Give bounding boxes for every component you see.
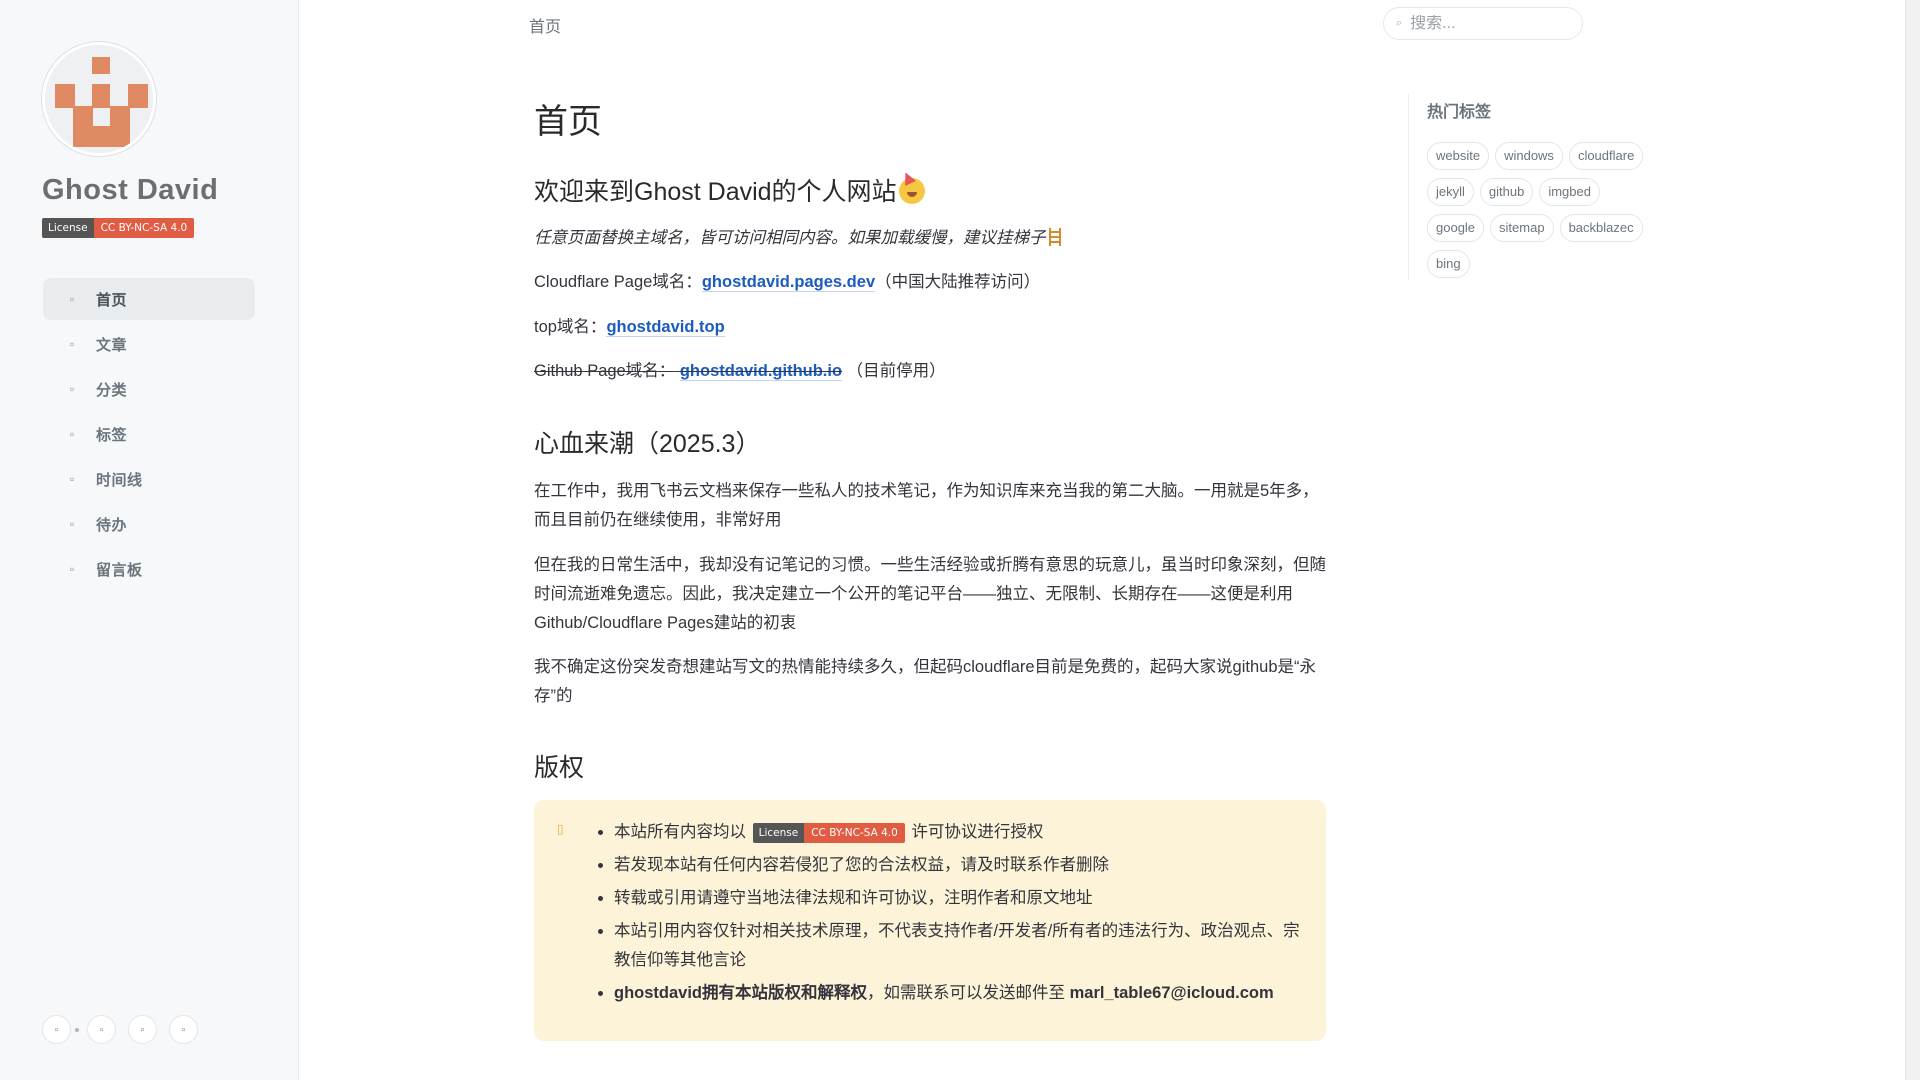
- notice-item: ghostdavid拥有本站版权和解释权，如需联系可以发送邮件至 marl_ta…: [614, 979, 1304, 1008]
- paragraph-1: 在工作中，我用飞书云文档来保存一些私人的技术笔记，作为知识库来充当我的第二大脑。…: [534, 482, 1319, 529]
- todo-icon: ▫: [69, 517, 75, 531]
- sidebar-item-posts[interactable]: ▫ 文章: [43, 323, 255, 365]
- notice-item-5-bold: ghostdavid拥有本站版权和解释权: [614, 984, 868, 1002]
- sidebar-nav: ▫ 首页 ▫ 文章 ▫ 分类 ▫ 标签 ▫ 时间线 ▫ 待办 ▫ 留言板: [43, 278, 255, 593]
- notice-item: 转载或引用请遵守当地法律法规和许可协议，注明作者和原文地址: [614, 884, 1304, 913]
- archive-icon: ▫: [69, 337, 75, 351]
- github-domain-strike: Github Page域名： ghostdavid.github.io: [534, 362, 843, 381]
- avatar[interactable]: [42, 42, 156, 156]
- github-domain-note: （目前停用）: [846, 362, 946, 380]
- notice-item-1-prefix: 本站所有内容均以: [614, 823, 746, 841]
- license-badge-right: CC BY-NC-SA 4.0: [93, 218, 195, 238]
- site-title[interactable]: Ghost David: [42, 174, 218, 207]
- page-scrollbar[interactable]: [1905, 0, 1920, 1080]
- comment-icon: ▫: [69, 562, 75, 576]
- contact-email[interactable]: marl_table67@icloud.com: [1070, 984, 1274, 1002]
- home-icon: ▫: [69, 292, 75, 306]
- notice-item: 本站引用内容仅针对相关技术原理，不代表支持作者/开发者/所有者的违法行为、政治观…: [614, 917, 1304, 975]
- license-badge[interactable]: License CC BY-NC-SA 4.0: [42, 218, 195, 238]
- cloudflare-domain-label: Cloudflare Page域名：: [534, 273, 702, 291]
- sidebar-item-label: 留言板: [96, 561, 143, 579]
- license-badge-left: License: [42, 218, 94, 238]
- tag-sitemap[interactable]: sitemap: [1490, 214, 1554, 242]
- sidebar-item-label: 分类: [96, 381, 128, 399]
- copyright-notice: ▯ 本站所有内容均以 LicenseCC BY-NC-SA 4.0 许可协议进行…: [534, 800, 1326, 1041]
- sidebar-item-label: 标签: [96, 426, 128, 444]
- top-domain-line: top域名：ghostdavid.top: [534, 313, 725, 342]
- tag-windows[interactable]: windows: [1495, 142, 1563, 170]
- inspiration-heading: 心血来潮（2025.3）: [534, 430, 761, 458]
- github-domain-label: Github Page域名：: [534, 362, 676, 380]
- sidebar-item-tags[interactable]: ▫ 标签: [43, 413, 255, 455]
- ladder-icon: [1048, 228, 1061, 246]
- party-face-icon: [898, 178, 925, 204]
- cloudflare-domain-line: Cloudflare Page域名：ghostdavid.pages.dev（中…: [534, 268, 1040, 297]
- license-badge-right: CC BY-NC-SA 4.0: [804, 823, 905, 843]
- tag-icon: ▫: [69, 427, 75, 441]
- tag-backblazec[interactable]: backblazec: [1559, 214, 1643, 242]
- tag-bing[interactable]: bing: [1427, 250, 1470, 278]
- sidebar-item-todo[interactable]: ▫ 待办: [43, 503, 255, 545]
- avatar-identicon: [45, 45, 153, 153]
- top-domain-link[interactable]: ghostdavid.top: [606, 318, 725, 337]
- github-domain-line: Github Page域名： ghostdavid.github.io （目前停…: [534, 357, 946, 386]
- separator-dot: [75, 1027, 79, 1032]
- tag-cloudflare[interactable]: cloudflare: [1568, 142, 1644, 170]
- sidebar-item-timeline[interactable]: ▫ 时间线: [43, 458, 255, 500]
- notice-item: 若发现本站有任何内容若侵犯了您的合法权益，请及时联系作者删除: [614, 851, 1304, 880]
- sidebar-item-label: 首页: [96, 291, 128, 309]
- tip-text-content: 任意页面替换主域名，皆可访问相同内容。如果加载缓慢，建议挂梯子: [534, 229, 1046, 247]
- search-icon: ⌕: [1396, 17, 1403, 29]
- sidebar: Ghost David License CC BY-NC-SA 4.0 ▫ 首页…: [0, 0, 299, 1080]
- paragraph-3: 我不确定这份突发奇想建站写文的热情能持续多久，但起码cloudflare目前是免…: [534, 658, 1316, 705]
- sidebar-bottom-bar: ▫ ▫ ▫ ▫: [42, 1015, 210, 1044]
- sidebar-item-guestbook[interactable]: ▫ 留言板: [43, 548, 255, 590]
- tag-github[interactable]: github: [1479, 178, 1534, 206]
- cloudflare-domain-link[interactable]: ghostdavid.pages.dev: [701, 273, 876, 292]
- tip-text: 任意页面替换主域名，皆可访问相同内容。如果加载缓慢，建议挂梯子: [534, 224, 1061, 253]
- search-input[interactable]: [1410, 14, 1561, 33]
- panel-title: 热门标签: [1427, 104, 1492, 121]
- breadcrumb: 首页: [529, 19, 562, 36]
- top-domain-label: top域名：: [534, 318, 607, 336]
- notice-item: 本站所有内容均以 LicenseCC BY-NC-SA 4.0 许可协议进行授权: [614, 818, 1304, 847]
- cloudflare-domain-note: （中国大陆推荐访问）: [875, 273, 1041, 291]
- timeline-icon: ▫: [69, 472, 75, 486]
- info-icon: ▯: [557, 822, 564, 836]
- notice-list: 本站所有内容均以 LicenseCC BY-NC-SA 4.0 许可协议进行授权…: [614, 818, 1304, 1012]
- welcome-heading-text: 欢迎来到Ghost David的个人网站: [534, 178, 897, 206]
- license-badge[interactable]: License CC BY-NC-SA 4.0: [752, 823, 905, 843]
- search-box[interactable]: ⌕: [1383, 7, 1583, 40]
- sidebar-item-label: 文章: [96, 336, 128, 354]
- stream-icon: ▫: [69, 382, 75, 396]
- github-domain-link[interactable]: ghostdavid.github.io: [679, 362, 843, 381]
- tag-website[interactable]: website: [1427, 142, 1490, 170]
- tag-jekyll[interactable]: jekyll: [1427, 178, 1474, 206]
- sidebar-item-categories[interactable]: ▫ 分类: [43, 368, 255, 410]
- notice-item-1-suffix: 许可协议进行授权: [911, 823, 1044, 841]
- email-icon[interactable]: ▫: [128, 1015, 157, 1044]
- paragraph-2: 但在我的日常生活中，我却没有记笔记的习惯。一些生活经验或折腾有意思的玩意儿，虽当…: [534, 556, 1326, 632]
- tag-imgbed[interactable]: imgbed: [1539, 178, 1600, 206]
- trending-tags-panel: 热门标签 website windows cloudflare jekyll g…: [1408, 94, 1644, 280]
- page-title: 首页: [534, 103, 602, 141]
- sidebar-item-label: 时间线: [96, 471, 143, 489]
- sidebar-item-home[interactable]: ▫ 首页: [43, 278, 255, 320]
- tag-google[interactable]: google: [1427, 214, 1485, 242]
- license-badge-left: License: [752, 823, 805, 843]
- theme-toggle-icon[interactable]: ▫: [42, 1015, 71, 1044]
- tag-cloud: website windows cloudflare jekyll github…: [1427, 142, 1657, 286]
- welcome-heading: 欢迎来到Ghost David的个人网站: [534, 172, 925, 208]
- sidebar-item-label: 待办: [96, 516, 128, 534]
- notice-item-5-mid: ，如需联系可以发送邮件至: [867, 984, 1070, 1002]
- github-icon[interactable]: ▫: [87, 1015, 116, 1044]
- rss-icon[interactable]: ▫: [169, 1015, 198, 1044]
- copyright-heading: 版权: [534, 754, 585, 782]
